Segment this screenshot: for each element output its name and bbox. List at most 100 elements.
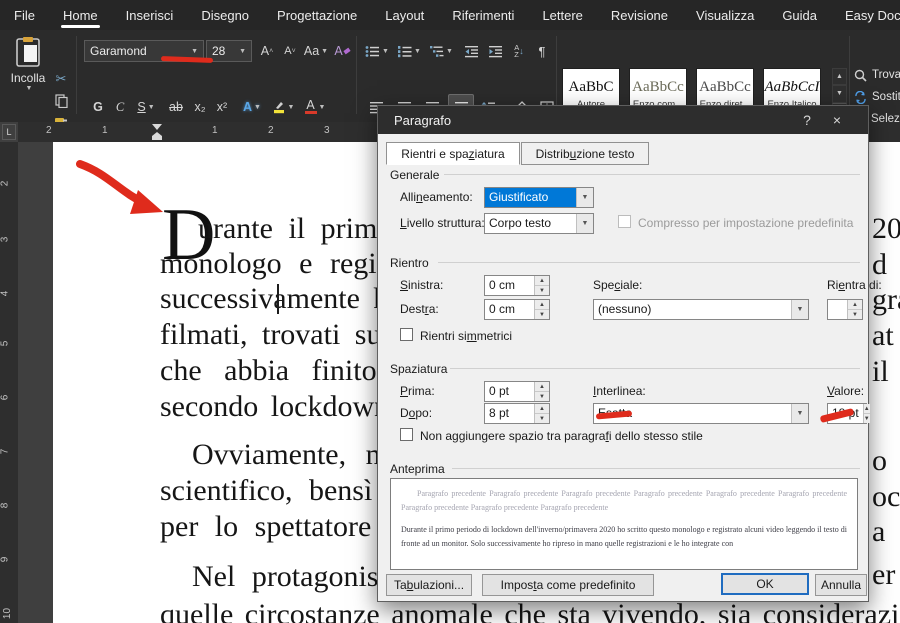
text-fragment[interactable]: er (872, 558, 895, 592)
text-fragment[interactable]: oc (872, 480, 900, 514)
outline-level-select[interactable]: Corpo testo ▼ (484, 213, 594, 234)
tab-distribuzione-testo[interactable]: Distribuzione testo (521, 142, 649, 165)
text-fragment[interactable]: 20 (872, 212, 900, 246)
text-fragment[interactable]: d (872, 248, 887, 282)
copy-button[interactable] (50, 90, 72, 112)
italic-button[interactable]: C (110, 96, 130, 118)
paste-button[interactable]: Incolla ▼ (6, 36, 50, 114)
italic-glyph: C (116, 100, 124, 115)
tab-stop-selector[interactable]: L (2, 124, 16, 140)
tab-layout[interactable]: Layout (371, 0, 438, 30)
dialog-title: Paragrafo (394, 113, 451, 128)
font-color-button[interactable]: A ▼ (300, 96, 330, 118)
tab-progettazione[interactable]: Progettazione (263, 0, 371, 30)
no-space-same-style-label: Non aggiungere spazio tra paragrafi dell… (420, 429, 703, 443)
space-before-spinner[interactable]: 0 pt ▲▼ (484, 381, 550, 402)
tab-visualizza[interactable]: Visualizza (682, 0, 768, 30)
special-select[interactable]: (nessuno) ▼ (593, 299, 809, 320)
alignment-select[interactable]: Giustificato ▼ (484, 187, 594, 208)
section-rientro: Rientro (390, 256, 429, 270)
space-after-spinner[interactable]: 8 pt ▲▼ (484, 403, 550, 424)
tab-guida[interactable]: Guida (768, 0, 831, 30)
decrease-indent-icon (464, 45, 479, 58)
chevron-down-icon: ▼ (446, 48, 453, 55)
subscript-button[interactable]: x₂ (190, 96, 210, 118)
section-generale: Generale (390, 168, 439, 182)
mirror-indents-checkbox[interactable] (400, 328, 413, 341)
document-line[interactable]: monologo e registr (160, 247, 407, 281)
document-line[interactable]: urante il primo (198, 212, 392, 246)
tab-lettere[interactable]: Lettere (528, 0, 596, 30)
cancel-button[interactable]: Annulla (815, 574, 867, 596)
ruler-number: 2 (0, 181, 10, 187)
indent-left-spinner[interactable]: 0 cm ▲▼ (484, 275, 550, 296)
collapsed-by-default-checkbox[interactable] (618, 215, 631, 228)
sort-button[interactable]: A Z ↓ (508, 40, 530, 62)
style-sample: AaBbCcI (765, 79, 820, 96)
highlight-button[interactable]: ▼ (268, 96, 298, 118)
document-line[interactable]: Nel protagonista (192, 560, 400, 594)
highlighter-icon (272, 100, 286, 114)
collapsed-by-default-label: Compresso per impostazione predefinita (638, 216, 853, 230)
chevron-down-icon: ▼ (414, 48, 421, 55)
gallery-scroll-up-button[interactable]: ▲ (832, 68, 847, 85)
style-sample: AaBbCc (632, 79, 684, 96)
tab-disegno[interactable]: Disegno (187, 0, 263, 30)
down-arrow-icon: ↓ (519, 46, 524, 56)
indent-marker[interactable] (151, 123, 163, 141)
strikethrough-button[interactable]: ab (164, 96, 188, 118)
document-line[interactable]: secondo lockdown! (160, 390, 399, 424)
multilevel-list-button[interactable]: ▼ (426, 40, 456, 62)
underline-button[interactable]: S ▼ (132, 96, 160, 118)
gallery-scroll-down-button[interactable]: ▼ (832, 85, 847, 102)
superscript-button[interactable]: x² (212, 96, 232, 118)
bullets-button[interactable]: ▼ (362, 40, 392, 62)
change-case-button[interactable]: Aa▼ (302, 40, 330, 62)
text-fragment[interactable]: at (872, 319, 894, 353)
outline-level-label: Livello struttura: (400, 216, 485, 230)
indent-by-value (828, 300, 847, 319)
annotation-arrow (68, 152, 178, 227)
replace-button[interactable]: Sostituisci (854, 88, 900, 106)
ok-button[interactable]: OK (721, 573, 809, 595)
decrease-indent-button[interactable] (460, 40, 482, 62)
show-formatting-marks-button[interactable]: ¶ (532, 40, 552, 62)
bold-button[interactable]: G (88, 96, 108, 118)
tab-revisione[interactable]: Revisione (597, 0, 682, 30)
indent-right-spinner[interactable]: 0 cm ▲▼ (484, 299, 550, 320)
grow-font-button[interactable]: A˄ (256, 40, 278, 62)
text-fragment[interactable]: a (872, 515, 885, 549)
numbering-button[interactable]: ▼ (394, 40, 424, 62)
document-line[interactable]: scientifico, bensì se (160, 474, 414, 508)
tab-rientri-e-spaziatura[interactable]: Rientri e spaziatura (386, 142, 520, 165)
document-line[interactable]: Ovviamente, no (192, 438, 396, 472)
increase-indent-icon (488, 45, 503, 58)
indent-by-spinner[interactable]: ▲▼ (827, 299, 863, 320)
dialog-close-button[interactable]: × (822, 106, 852, 134)
tab-riferimenti[interactable]: Riferimenti (438, 0, 528, 30)
text-effects-button[interactable]: A ▼ (238, 96, 266, 118)
set-as-default-button[interactable]: Imposta come predefinito (482, 574, 654, 596)
replace-label: Sostituisci (872, 91, 900, 103)
shrink-font-button[interactable]: A˅ (279, 40, 301, 62)
tab-easy-document-creator[interactable]: Easy Document Creator (831, 0, 900, 30)
cut-button[interactable]: ✂ (50, 68, 72, 90)
tabs-button[interactable]: Tabulazioni... (386, 574, 472, 596)
text-fragment[interactable]: il (872, 355, 889, 389)
text-fragment[interactable]: o (872, 444, 887, 478)
increase-indent-button[interactable] (484, 40, 506, 62)
text-cursor (277, 284, 279, 314)
find-button[interactable]: Trova (854, 66, 900, 84)
pilcrow-icon: ¶ (539, 44, 546, 59)
indent-left-label: Sinistra: (400, 278, 443, 292)
word-window: File Home Inserisci Disegno Progettazion… (0, 0, 900, 623)
chevron-down-icon: ▼ (191, 48, 198, 55)
tab-file[interactable]: File (0, 0, 49, 30)
document-line[interactable]: successivamente ho (160, 282, 403, 316)
clear-formatting-button[interactable]: A (331, 40, 353, 62)
tab-inserisci[interactable]: Inserisci (112, 0, 188, 30)
no-space-same-style-checkbox[interactable] (400, 428, 413, 441)
tab-home[interactable]: Home (49, 0, 112, 30)
dialog-title-bar[interactable]: Paragrafo ? × (378, 106, 868, 134)
dialog-help-button[interactable]: ? (792, 106, 822, 134)
